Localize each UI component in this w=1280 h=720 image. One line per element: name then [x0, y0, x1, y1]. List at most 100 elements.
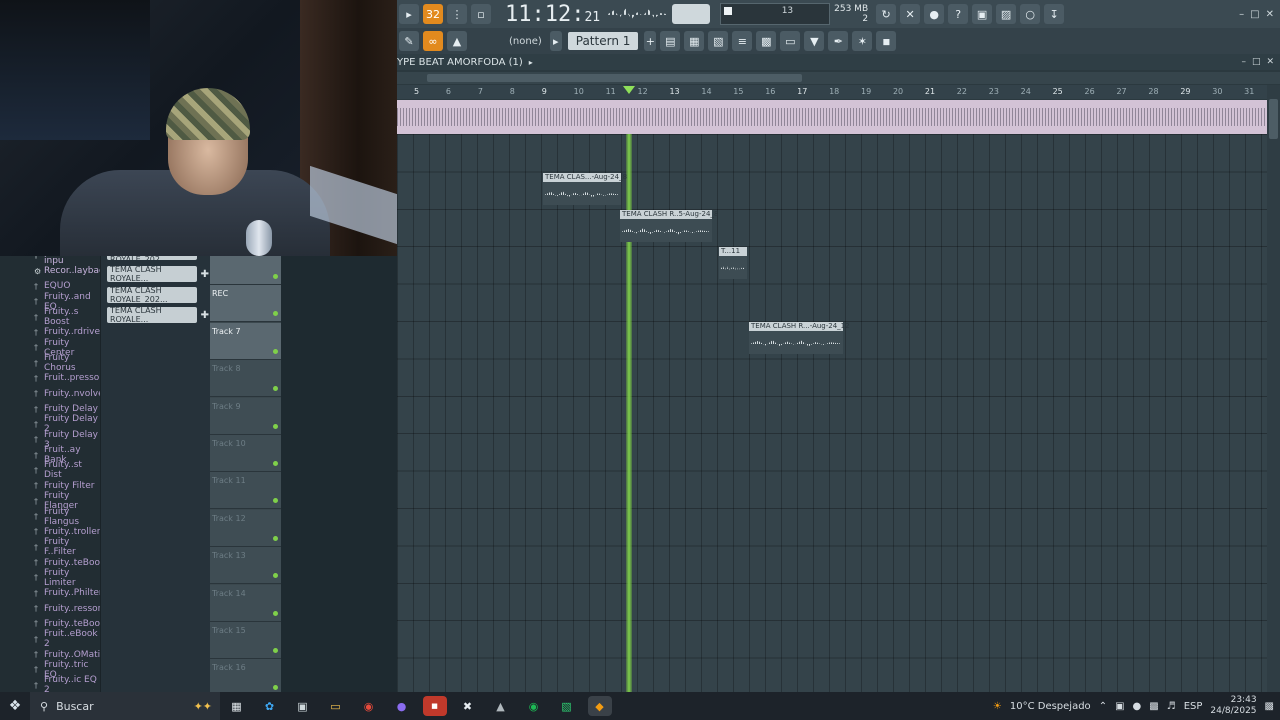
mixer-icon[interactable]: ≡ [732, 31, 753, 51]
pattern-prev-icon[interactable]: ▸ [549, 31, 562, 51]
playlist-restore-icon[interactable]: □ [1252, 57, 1261, 67]
stamp-icon[interactable]: ▲ [447, 31, 467, 51]
browser-item[interactable]: † Fruity..st Dist [0, 460, 100, 480]
chat-icon[interactable]: ○ [1020, 4, 1041, 24]
track-enable-led[interactable] [273, 648, 278, 653]
browser-item[interactable]: † Fruity F..Filter [0, 537, 100, 557]
link-icon[interactable]: ∞ [423, 31, 443, 51]
browser-item[interactable]: † Fruity Chorus [0, 353, 100, 373]
close-icon[interactable]: ✕ [1266, 9, 1274, 20]
task-view-icon[interactable]: ▦ [225, 696, 249, 716]
track-header[interactable]: Track 9 [210, 397, 281, 435]
channel-rack-icon[interactable]: ▦ [684, 31, 705, 51]
track-enable-led[interactable] [273, 348, 278, 354]
browser-item[interactable]: † Fruity..ic EQ 2 [0, 675, 100, 692]
snap-selector[interactable]: (none) [509, 36, 542, 47]
browser-item[interactable]: † Fruit..pressor [0, 371, 100, 386]
copilot-icon[interactable]: ✿ [258, 696, 282, 716]
browser-item[interactable]: † Fruity..ressor [0, 601, 100, 616]
track-header[interactable]: Track 15 [210, 622, 281, 659]
files-icon[interactable]: ▭ [780, 31, 801, 51]
tempo-display[interactable]: 32 [423, 4, 443, 24]
track-header[interactable]: Track 7 [210, 322, 281, 360]
track-enable-led[interactable] [273, 274, 278, 279]
plugin-icon[interactable]: ▼ [804, 31, 825, 51]
browser-item[interactable]: † Fruity..Philter [0, 586, 100, 601]
browser-icon[interactable]: ▩ [756, 31, 777, 51]
track-enable-led[interactable] [273, 311, 278, 317]
playlist-close-icon[interactable]: ✕ [1266, 57, 1274, 67]
microphone-icon[interactable]: ● [924, 4, 945, 24]
minimize-icon[interactable]: – [1239, 9, 1244, 20]
app-icon[interactable]: ▣ [291, 696, 315, 716]
playlist-minimize-icon[interactable]: – [1241, 57, 1246, 67]
input-language[interactable]: ESP [1184, 701, 1203, 712]
pattern-add-icon[interactable]: + [644, 31, 657, 51]
browser-item[interactable]: † Fruity..nvolver [0, 386, 100, 401]
audio-clip[interactable]: TEMA CLASH R...-Aug-24_12 [749, 322, 850, 354]
typing-keyboard-icon[interactable]: ▫ [471, 4, 491, 24]
browser-item[interactable]: † Fruity Flangus [0, 507, 100, 527]
hint-arrow-icon[interactable]: ▸ [399, 4, 419, 24]
weather-text[interactable]: 10°C Despejado [1010, 701, 1091, 712]
track-enable-led[interactable] [273, 685, 278, 691]
piano-roll-icon[interactable]: ▧ [708, 31, 729, 51]
vertical-scroll-thumb[interactable] [1269, 99, 1278, 139]
save-icon[interactable]: ▣ [972, 4, 993, 24]
app-icon[interactable]: ▲ [489, 696, 513, 716]
tray-chevron-icon[interactable]: ⌃ [1099, 701, 1107, 712]
picker-item[interactable]: TEMA CLASH ROYALE_202... [107, 286, 197, 304]
track-header[interactable]: REC [210, 285, 281, 323]
taskbar-clock[interactable]: 23:43 24/8/2025 [1210, 695, 1256, 717]
horizontal-scroll-thumb[interactable] [427, 74, 802, 82]
discord-icon[interactable]: ● [390, 696, 414, 716]
file-explorer-icon[interactable]: ▭ [324, 696, 348, 716]
playlist-icon[interactable]: ▤ [660, 31, 681, 51]
audio-clip[interactable]: T...11 [719, 247, 747, 279]
track-enable-led[interactable] [273, 386, 278, 392]
track-header[interactable]: Track 16 [210, 659, 281, 697]
audio-clip[interactable]: TEMA CLASH R..5-Aug-24_8 [620, 210, 718, 242]
browser-item[interactable]: † Fruity..s Boost [0, 307, 100, 327]
tray-volume-icon[interactable]: ♬ [1167, 701, 1176, 712]
browser-item[interactable]: ⚙Recor..layback [0, 263, 100, 278]
track-header[interactable]: Track 10 [210, 435, 281, 472]
tray-mic-icon[interactable]: ● [1133, 701, 1142, 712]
step-icon[interactable]: ⋮ [447, 4, 467, 24]
notification-icon[interactable]: ▩ [1265, 701, 1274, 712]
track-header[interactable]: Track 11 [210, 472, 281, 510]
taskbar-search[interactable]: ⚲ Buscar ✦✦ [30, 692, 220, 720]
picker-item[interactable]: TEMA CLASH ROYALE... ✚ [107, 306, 209, 324]
picker-item[interactable]: TEMA CLASH ROYALE... ✚ [107, 265, 209, 283]
brush-icon[interactable]: ✒ [828, 31, 849, 51]
pattern-selector[interactable]: Pattern 1 [567, 32, 639, 50]
spotify-icon[interactable]: ◉ [522, 696, 546, 716]
track-header[interactable]: Track 14 [210, 584, 281, 622]
song-time-display[interactable]: 11:12:21 [505, 2, 600, 27]
tools-icon[interactable]: ✶ [852, 31, 873, 51]
cut-icon[interactable]: ✕ [900, 4, 921, 24]
fl-studio-icon[interactable]: ◆ [587, 696, 612, 716]
track-enable-led[interactable] [273, 535, 278, 541]
app-icon[interactable]: ▧ [555, 696, 579, 716]
voice-app-icon[interactable]: ■ [422, 696, 447, 716]
restore-icon[interactable]: □ [1250, 9, 1259, 20]
undo-icon[interactable]: ↻ [876, 4, 897, 24]
playhead-marker-icon[interactable] [623, 86, 635, 94]
track-enable-led[interactable] [273, 423, 278, 429]
vertical-scrollbar[interactable] [1267, 85, 1280, 692]
capcut-icon[interactable]: ✖ [456, 696, 480, 716]
timeline-ruler[interactable]: 5 6 7 8 9 10 11 12 13 14 15 16 17 18 19 20 21 22 23 24 25 26 2… [397, 85, 1267, 99]
chrome-icon[interactable]: ◉ [357, 696, 381, 716]
windows-start-icon[interactable]: ❖ [0, 692, 30, 720]
tray-network-icon[interactable]: ▩ [1149, 701, 1158, 712]
track-enable-led[interactable] [273, 573, 278, 579]
track-header[interactable]: Track 8 [210, 360, 281, 398]
pencil-icon[interactable]: ✎ [399, 31, 419, 51]
audio-clip[interactable]: TEMA CLAS...-Aug-24_8 [543, 173, 627, 205]
track-header[interactable]: Track 12 [210, 509, 281, 547]
add-to-playlist-icon[interactable]: ✚ [201, 269, 209, 280]
track-enable-led[interactable] [273, 610, 278, 616]
master-volume[interactable] [672, 4, 711, 24]
track-enable-led[interactable] [273, 498, 278, 504]
